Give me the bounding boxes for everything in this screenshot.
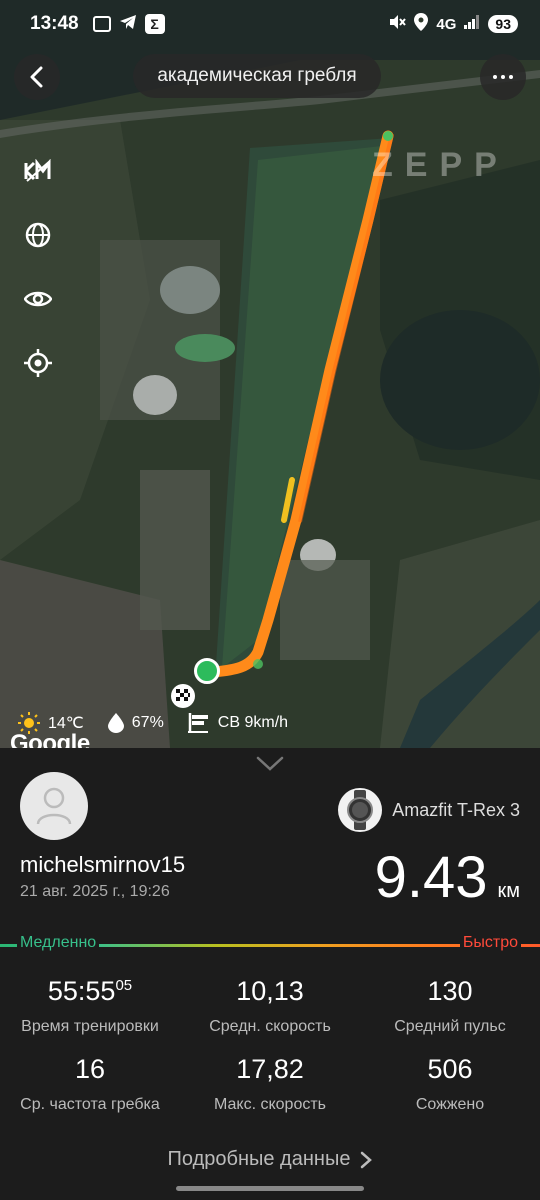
- chevron-left-icon: [30, 66, 43, 88]
- route-end-marker: [383, 131, 393, 141]
- stat-label: Время тренировки: [21, 1018, 159, 1035]
- location-icon: [414, 13, 429, 35]
- dot: [501, 75, 505, 79]
- battery-level: 93: [488, 15, 518, 33]
- eye-icon[interactable]: [22, 283, 54, 315]
- workout-title: академическая гребля: [133, 54, 381, 98]
- network-type: 4G: [436, 15, 457, 33]
- avatar[interactable]: [20, 772, 88, 840]
- workout-summary-panel: Amazfit T-Rex 3 michelsmirnov15 21 авг. …: [0, 748, 540, 1200]
- stat-max-speed: 17,82 Макс. скорость: [180, 1054, 360, 1114]
- stat-duration: 55:5505 Время тренировки: [0, 976, 180, 1036]
- screen-record-icon: [92, 16, 111, 32]
- stat-label: Макс. скорость: [213, 1096, 326, 1113]
- google-attribution: Google: [10, 730, 90, 748]
- total-distance: 9.43 км: [375, 844, 520, 911]
- stat-avg-heart-rate: 130 Средний пульс: [360, 976, 540, 1036]
- username: michelsmirnov15: [20, 852, 186, 877]
- stat-value: 10,13: [236, 976, 304, 1006]
- chevron-right-icon: [361, 1151, 373, 1168]
- details-link[interactable]: Подробные данные: [0, 1148, 540, 1171]
- more-options-button[interactable]: [480, 54, 526, 100]
- stat-label: Средний пульс: [394, 1018, 506, 1035]
- home-indicator[interactable]: [176, 1186, 364, 1191]
- stat-calories: 506 Сожжено: [360, 1054, 540, 1114]
- device-name: Amazfit T-Rex 3: [392, 799, 520, 820]
- device-info: Amazfit T-Rex 3: [338, 788, 520, 832]
- workout-route: [208, 130, 394, 678]
- mute-icon: [388, 13, 407, 35]
- stats-grid: 55:5505 Время тренировки 10,13 Средн. ск…: [0, 976, 540, 1114]
- wind-flag-icon: [187, 713, 208, 733]
- stat-value: 16: [74, 1054, 106, 1084]
- details-link-label: Подробные данные: [167, 1148, 351, 1170]
- weather-humidity: 67%: [107, 713, 164, 733]
- locate-icon[interactable]: [22, 347, 54, 379]
- stat-value: 17,82: [236, 1054, 304, 1084]
- stat-stroke-rate: 16 Ср. частота гребка: [0, 1054, 180, 1114]
- stat-value-seconds: 05: [115, 977, 133, 994]
- dot: [493, 75, 497, 79]
- start-marker: [194, 658, 220, 684]
- humidity-value: 67%: [131, 714, 164, 731]
- dot: [509, 75, 513, 79]
- speed-legend-fast: Быстро: [459, 934, 521, 952]
- stat-avg-speed: 10,13 Средн. скорость: [180, 976, 360, 1036]
- stat-value: 130: [427, 976, 473, 1006]
- signal-icon: [464, 15, 480, 33]
- distance-unit: км: [497, 880, 521, 902]
- status-bar: 13:48 Σ 4G 93: [0, 0, 540, 48]
- speed-legend: Медленно Быстро: [0, 934, 540, 956]
- route-map[interactable]: 13:48 Σ 4G 93 академическая гребля ZEPP …: [0, 0, 540, 748]
- distance-value: 9.43: [374, 845, 488, 910]
- back-button[interactable]: [14, 54, 60, 100]
- stat-label: Сожжено: [415, 1096, 485, 1113]
- wind-value: СВ 9km/h: [217, 714, 289, 731]
- water-drop-icon: [107, 713, 124, 733]
- sigma-app-icon: Σ: [144, 14, 165, 34]
- workout-date: 21 авг. 2025 г., 19:26: [20, 883, 170, 900]
- weather-wind: СВ 9km/h: [187, 713, 289, 733]
- finish-flag-icon: [171, 684, 195, 708]
- stat-value: 55:55: [47, 976, 116, 1006]
- globe-icon[interactable]: [22, 219, 54, 251]
- 3d-toggle-icon[interactable]: [22, 155, 54, 187]
- status-time: 13:48: [30, 13, 79, 34]
- speed-legend-slow: Медленно: [17, 934, 100, 952]
- map-tools: [22, 155, 54, 379]
- user-icon: [36, 787, 72, 825]
- zepp-logo: ZEPP: [372, 146, 509, 184]
- stat-label: Средн. скорость: [209, 1018, 331, 1035]
- collapse-chevron-icon[interactable]: [256, 756, 284, 772]
- stat-value: 506: [427, 1054, 473, 1084]
- stat-label: Ср. частота гребка: [20, 1096, 160, 1113]
- telegram-icon: [119, 14, 137, 34]
- watch-icon: [338, 788, 383, 832]
